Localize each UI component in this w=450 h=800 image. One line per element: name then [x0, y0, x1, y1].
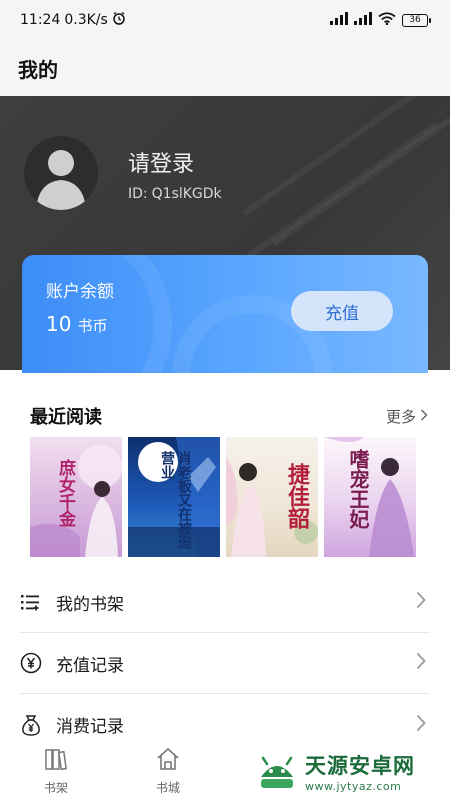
chevron-right-icon	[420, 407, 428, 425]
more-label: 更多	[385, 407, 416, 426]
status-time: 11:24	[20, 12, 61, 28]
home-icon	[155, 746, 181, 776]
alarm-icon	[112, 11, 126, 29]
yen-circle-icon	[20, 652, 42, 674]
recharge-button[interactable]: 充值	[291, 291, 393, 331]
yen-bag-icon	[20, 714, 42, 736]
more-link[interactable]: 更多	[386, 406, 428, 427]
my-page: 11:24 0.3K/s 36 我的 请登录 ID: Q1slKGDk 账户余额…	[0, 0, 450, 800]
menu-item-label: 我的书架	[56, 594, 124, 615]
wifi-icon	[378, 11, 396, 29]
recent-reading-header: 最近阅读 更多	[0, 398, 450, 434]
site-watermark: 天源安卓网 www.jytyaz.com	[255, 746, 415, 796]
battery-icon: 36	[402, 13, 431, 27]
recent-books: 庶女千金 肖老板又在被迫营业 捷佳韶 嗜宠王妃	[30, 437, 422, 557]
chevron-right-icon	[416, 714, 426, 736]
user-id: ID: Q1slKGDk	[128, 186, 222, 202]
menu-list: 我的书架 充值记录 消费记录	[20, 572, 430, 755]
page-header: 我的	[0, 40, 450, 96]
balance-title: 账户余额	[46, 282, 114, 302]
chevron-right-icon	[416, 652, 426, 674]
nav-tab-bookstore[interactable]: 书城	[112, 742, 224, 800]
watermark-text: 天源安卓网	[305, 753, 415, 778]
user-id-label: ID:	[128, 186, 148, 202]
book-cover-title: 嗜宠王妃	[346, 449, 370, 529]
bookshelf-list-icon	[20, 591, 42, 613]
signal-icon	[330, 11, 348, 29]
book-cover-title: 肖老板又在被迫营业	[159, 451, 192, 549]
balance-unit: 书币	[77, 317, 108, 335]
status-speed: 0.3K/s	[64, 12, 108, 28]
login-prompt[interactable]: 请登录	[128, 146, 194, 178]
nav-label: 书城	[155, 781, 180, 795]
signal-hd-icon	[354, 11, 372, 29]
bookshelf-icon	[43, 746, 69, 776]
page-title: 我的	[18, 57, 58, 82]
balance-amount: 10 书币	[46, 312, 107, 336]
balance-card: 账户余额 10 书币 充值	[22, 255, 428, 373]
book-cover[interactable]: 捷佳韶	[226, 437, 318, 557]
book-cover[interactable]: 嗜宠王妃	[324, 437, 416, 557]
menu-item-label: 充值记录	[56, 655, 124, 676]
book-cover-title: 捷佳韶	[284, 463, 310, 529]
book-cover-title: 庶女千金	[55, 459, 75, 527]
chevron-right-icon	[416, 591, 426, 613]
watermark-url: www.jytyaz.com	[305, 779, 402, 793]
balance-value: 10	[46, 312, 72, 336]
recent-reading-title: 最近阅读	[30, 407, 102, 428]
menu-item-label: 消费记录	[56, 717, 124, 737]
menu-item-recharge-records[interactable]: 充值记录	[20, 633, 430, 694]
android-logo-icon	[255, 747, 299, 795]
status-bar: 11:24 0.3K/s 36	[0, 0, 450, 40]
avatar[interactable]	[24, 136, 98, 210]
user-id-value: Q1slKGDk	[151, 186, 222, 202]
book-cover[interactable]: 庶女千金	[30, 437, 122, 557]
nav-tab-bookshelf[interactable]: 书架	[0, 742, 112, 800]
nav-label: 书架	[43, 781, 68, 795]
default-avatar-icon	[36, 150, 86, 210]
book-cover[interactable]: 肖老板又在被迫营业	[128, 437, 220, 557]
menu-item-bookshelf[interactable]: 我的书架	[20, 572, 430, 633]
